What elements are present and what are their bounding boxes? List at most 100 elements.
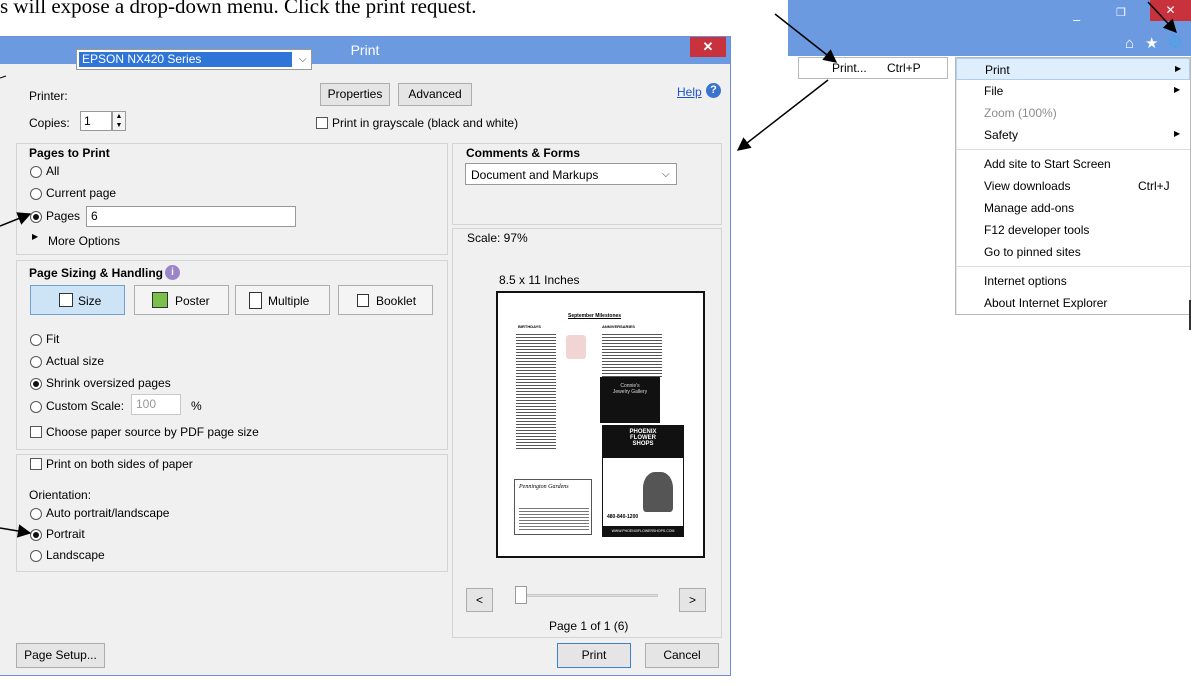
custom-scale-input[interactable]: 100: [131, 394, 181, 415]
auto-orientation-radio[interactable]: [30, 508, 42, 520]
paper-size-label: 8.5 x 11 Inches: [499, 273, 580, 287]
poster-tab[interactable]: Poster: [134, 285, 229, 315]
current-page-radio[interactable]: [30, 188, 42, 200]
scale-label: Scale: 97%: [467, 231, 528, 245]
gardens-ad: Pennington Gardens: [514, 479, 592, 535]
custom-scale-radio[interactable]: [30, 401, 42, 413]
menu-item-label: Safety: [984, 128, 1019, 142]
booklet-tab-label: Booklet: [376, 294, 417, 308]
info-icon[interactable]: i: [165, 265, 180, 280]
comments-forms-select[interactable]: Document and Markups ⌵: [465, 163, 677, 185]
menu-item-add-site[interactable]: Add site to Start Screen: [956, 153, 1190, 175]
portrait-label: Portrait: [46, 527, 85, 541]
pages-radio[interactable]: [30, 211, 42, 223]
grayscale-label: Print in grayscale (black and white): [332, 116, 519, 130]
size-tab-label: Size: [78, 294, 102, 308]
maximize-button[interactable]: ❐: [1116, 6, 1126, 19]
copies-label: Copies:: [29, 116, 70, 130]
page-slider-track[interactable]: [518, 594, 658, 597]
menu-item-print[interactable]: Print ▶: [956, 58, 1190, 80]
home-icon[interactable]: ⌂: [1125, 35, 1134, 52]
gear-icon[interactable]: ⚙: [1167, 32, 1183, 53]
menu-item-label: Add site to Start Screen: [984, 157, 1111, 171]
menu-item-label: About Internet Explorer: [984, 296, 1108, 310]
menu-item-file[interactable]: File ▶: [956, 80, 1190, 102]
portrait-radio[interactable]: [30, 529, 42, 541]
paper-source-checkbox[interactable]: [30, 426, 42, 438]
submenu-arrow-icon: ▶: [1174, 129, 1181, 138]
preview-page: September Milestones BIRTHDAYS ANNIVERSA…: [496, 291, 705, 558]
custom-scale-value: 100: [136, 397, 157, 411]
copies-stepper[interactable]: ▲ ▼: [112, 111, 126, 131]
menu-item-internet-options[interactable]: Internet options: [956, 270, 1190, 292]
landscape-radio[interactable]: [30, 550, 42, 562]
menu-item-downloads[interactable]: View downloads Ctrl+J: [956, 175, 1190, 197]
actual-size-label: Actual size: [46, 354, 105, 368]
expand-triangle-icon[interactable]: ▶: [32, 232, 38, 241]
orientation-heading: Orientation:: [29, 488, 92, 502]
paper-source-label: Choose paper source by PDF page size: [46, 425, 259, 439]
jewelry-ad: Connie's Jewelry Gallery: [600, 377, 660, 423]
arrow-to-dialog: [736, 79, 829, 151]
more-options-link[interactable]: More Options: [48, 234, 120, 248]
doc-birthday-list: [516, 332, 556, 450]
menu-item-about[interactable]: About Internet Explorer: [956, 292, 1190, 314]
flower-ad-phone: 480-840-1200: [607, 514, 639, 520]
menu-item-shortcut: Ctrl+J: [1138, 179, 1170, 193]
instruction-caption: s will expose a drop-down menu. Click th…: [0, 0, 477, 18]
page-slider-thumb[interactable]: [515, 586, 527, 604]
menu-item-zoom: Zoom (100%): [956, 102, 1190, 124]
booklet-tab[interactable]: Booklet: [338, 285, 433, 315]
help-icon[interactable]: ?: [706, 83, 721, 98]
copies-input[interactable]: 1: [80, 111, 112, 131]
gardens-ad-text: [519, 506, 589, 530]
tools-menu: Print ▶ File ▶ Zoom (100%) Safety ▶ Add …: [955, 57, 1191, 315]
minimize-button[interactable]: –: [1073, 12, 1080, 27]
pages-label: Pages: [46, 209, 81, 223]
print-button[interactable]: Print: [557, 643, 631, 668]
print-shortcut: Ctrl+P: [887, 61, 921, 75]
jewelry-ad-sub: Jewelry Gallery: [612, 389, 648, 395]
menu-item-addons[interactable]: Manage add-ons: [956, 197, 1190, 219]
size-tab[interactable]: Size: [30, 285, 125, 315]
multiple-icon: [249, 292, 262, 309]
properties-button[interactable]: Properties: [320, 83, 390, 106]
printer-value: EPSON NX420 Series: [79, 52, 292, 67]
multiple-tab[interactable]: Multiple: [235, 285, 330, 315]
current-page-label: Current page: [46, 186, 117, 200]
prev-page-button[interactable]: <: [466, 588, 493, 612]
doc-anniversary-list: [602, 332, 662, 377]
submenu-arrow-icon: ▶: [1175, 64, 1182, 73]
both-sides-checkbox[interactable]: [30, 458, 42, 470]
menu-item-label: View downloads: [984, 179, 1071, 193]
actual-size-radio[interactable]: [30, 356, 42, 368]
fit-radio[interactable]: [30, 334, 42, 346]
printer-label: Printer:: [29, 89, 68, 103]
menu-separator: [956, 149, 1190, 150]
next-page-button[interactable]: >: [679, 588, 706, 612]
pages-input[interactable]: 6: [86, 206, 296, 227]
print-submenu-item[interactable]: Print...: [832, 61, 867, 75]
grayscale-checkbox[interactable]: [316, 117, 328, 129]
help-link[interactable]: Help: [677, 85, 702, 99]
printer-select[interactable]: EPSON NX420 Series ⌵: [76, 49, 312, 70]
menu-item-pinned[interactable]: Go to pinned sites: [956, 241, 1190, 263]
cake-image: [566, 335, 586, 359]
favorites-star-icon[interactable]: ★: [1145, 34, 1158, 52]
both-sides-label: Print on both sides of paper: [46, 457, 193, 471]
copies-value: 1: [84, 114, 91, 128]
menu-item-label: Zoom (100%): [984, 106, 1057, 120]
menu-item-label: F12 developer tools: [984, 223, 1090, 237]
close-button[interactable]: ✕: [690, 37, 726, 57]
advanced-button[interactable]: Advanced: [398, 83, 472, 106]
menu-item-devtools[interactable]: F12 developer tools: [956, 219, 1190, 241]
cancel-button[interactable]: Cancel: [645, 643, 719, 668]
menu-item-label: Internet options: [984, 274, 1067, 288]
page-setup-button[interactable]: Page Setup...: [16, 643, 105, 668]
shrink-radio[interactable]: [30, 378, 42, 390]
menu-item-label: Manage add-ons: [984, 201, 1075, 215]
menu-item-safety[interactable]: Safety ▶: [956, 124, 1190, 146]
ie-close-button[interactable]: ✕: [1150, 0, 1191, 21]
all-radio[interactable]: [30, 166, 42, 178]
doc-col1: BIRTHDAYS: [518, 324, 541, 329]
